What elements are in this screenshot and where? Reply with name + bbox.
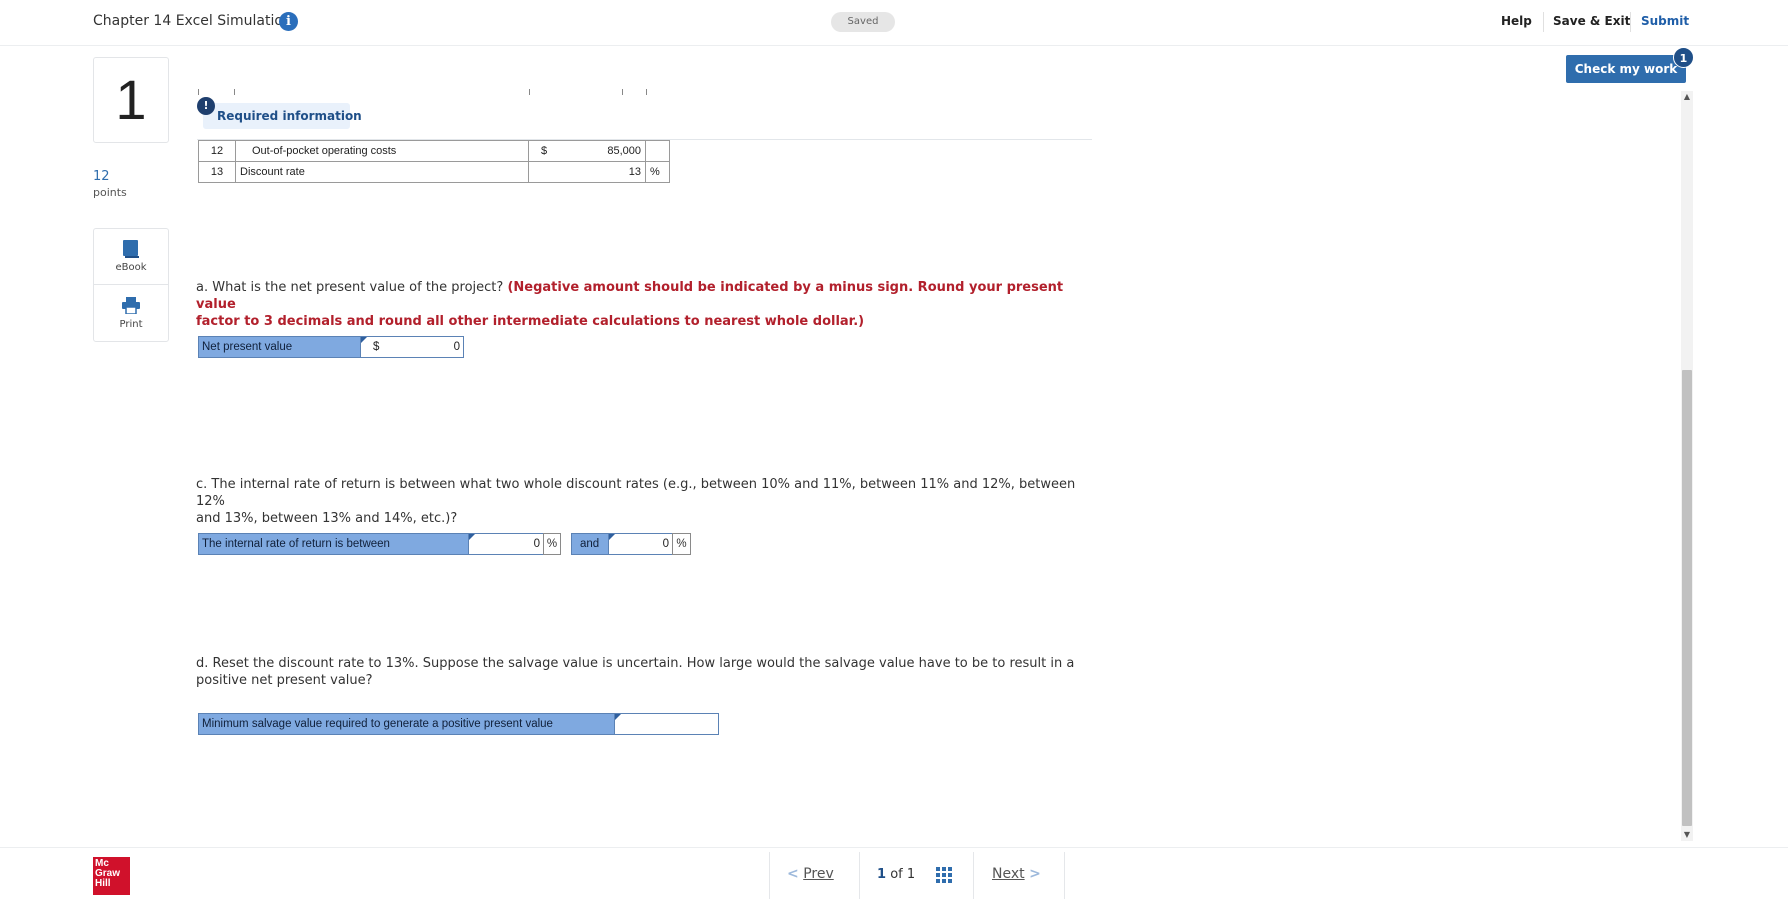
question-a-prompt: a. What is the net present value of the …	[196, 280, 504, 295]
scrollbar-thumb[interactable]	[1682, 370, 1692, 826]
page-indicator: 1 of 1	[877, 867, 915, 882]
question-c-prompt-cont: and 13%, between 13% and 14%, etc.)?	[196, 511, 458, 526]
question-d-text: d. Reset the discount rate to 13%. Suppo…	[196, 655, 1096, 689]
column-tick	[234, 89, 235, 95]
row-label: Out-of-pocket operating costs	[235, 140, 529, 162]
row-number: 13	[198, 161, 236, 183]
column-tick	[622, 89, 623, 95]
ebook-button[interactable]: eBook	[93, 262, 169, 273]
row-value: 85,000	[607, 145, 641, 157]
assignment-title: Chapter 14 Excel Simulation	[93, 13, 292, 29]
logo-text: Hill	[95, 878, 111, 889]
question-d-prompt-cont: positive net present value?	[196, 673, 373, 688]
row-value: 13	[628, 166, 641, 178]
row-suffix	[645, 140, 670, 162]
column-tick	[646, 89, 647, 95]
question-c-text: c. The internal rate of return is betwee…	[196, 476, 1096, 527]
points-value: 12	[93, 169, 110, 184]
submit-link[interactable]: Submit	[1641, 14, 1689, 28]
chevron-left-icon: <	[787, 866, 799, 882]
print-icon[interactable]	[122, 297, 140, 314]
input-marker	[469, 534, 475, 540]
row-suffix: %	[645, 161, 670, 183]
check-my-work-button[interactable]: Check my work	[1566, 55, 1686, 83]
prev-label: Prev	[803, 866, 834, 882]
header-divider	[1630, 12, 1631, 32]
irr-label: The internal rate of return is between	[198, 533, 469, 555]
irr-upper-input[interactable]: 0	[608, 533, 673, 555]
irr-upper-value: 0	[662, 538, 669, 550]
row-number: 12	[198, 140, 236, 162]
scroll-up-icon[interactable]: ▲	[1681, 91, 1693, 103]
column-tick	[529, 89, 530, 95]
ebook-icon[interactable]	[122, 239, 140, 259]
print-button[interactable]: Print	[93, 319, 169, 330]
input-marker	[615, 714, 621, 720]
saved-status-badge: Saved	[831, 12, 895, 32]
percent-sign: %	[543, 533, 561, 555]
npv-currency: $	[373, 341, 380, 353]
percent-sign: %	[672, 533, 691, 555]
column-tick	[198, 89, 199, 95]
npv-input[interactable]: $ 0	[360, 336, 464, 358]
header-divider	[1543, 12, 1544, 32]
question-c-prompt: c. The internal rate of return is betwee…	[196, 477, 1076, 509]
next-label: Next	[992, 866, 1025, 882]
irr-lower-input[interactable]: 0	[468, 533, 544, 555]
page-total: 1	[906, 867, 916, 882]
required-info-label[interactable]: Required information	[217, 109, 362, 123]
row-label: Discount rate	[235, 161, 529, 183]
page-current: 1	[877, 867, 887, 882]
save-exit-link[interactable]: Save & Exit	[1553, 14, 1630, 28]
salvage-input[interactable]	[614, 713, 719, 735]
row-value-cell: $85,000	[528, 140, 646, 162]
info-icon[interactable]: i	[279, 12, 298, 31]
pager-divider	[973, 852, 974, 899]
tools-divider	[94, 284, 168, 285]
help-link[interactable]: Help	[1501, 14, 1532, 28]
question-number: 1	[115, 68, 147, 131]
mcgraw-hill-logo: Mc Graw Hill	[93, 857, 130, 895]
alert-icon: !	[197, 97, 215, 115]
chevron-right-icon: >	[1029, 866, 1041, 882]
page-of: of	[890, 867, 903, 882]
npv-label: Net present value	[198, 336, 361, 358]
question-a-text: a. What is the net present value of the …	[196, 279, 1096, 330]
salvage-label: Minimum salvage value required to genera…	[198, 713, 615, 735]
npv-value: 0	[453, 341, 460, 353]
input-marker	[361, 337, 367, 343]
currency-symbol: $	[541, 145, 548, 157]
grid-icon[interactable]	[936, 867, 953, 884]
table-row: 12 Out-of-pocket operating costs $85,000	[198, 140, 670, 162]
and-label: and	[571, 533, 609, 555]
scroll-down-icon[interactable]: ▼	[1681, 829, 1693, 841]
required-info-table: 12 Out-of-pocket operating costs $85,000…	[198, 140, 670, 183]
input-marker	[609, 534, 615, 540]
pager-divider	[859, 852, 860, 899]
row-value-cell: 13	[528, 161, 646, 183]
table-row: 13 Discount rate 13 %	[198, 161, 670, 183]
irr-lower-value: 0	[533, 538, 540, 550]
question-d-prompt: d. Reset the discount rate to 13%. Suppo…	[196, 656, 1075, 671]
next-button[interactable]: Next >	[992, 866, 1041, 882]
check-attempts-badge: 1	[1673, 47, 1694, 68]
question-a-instruction-cont: factor to 3 decimals and round all other…	[196, 314, 865, 329]
prev-button[interactable]: < Prev	[787, 866, 834, 882]
points-label: points	[93, 186, 127, 199]
